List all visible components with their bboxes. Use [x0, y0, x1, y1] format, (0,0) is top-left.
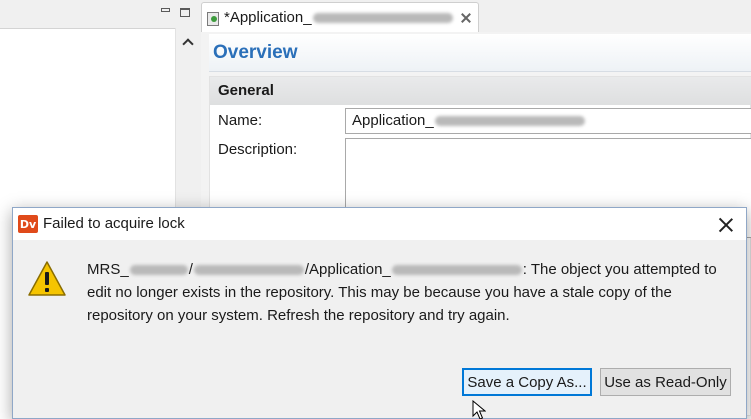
page-title: Overview [213, 42, 298, 63]
description-label: Description: [218, 141, 298, 158]
dialog-message: MRS_ //Application_: The object you attem… [87, 261, 717, 324]
mouse-cursor-icon [472, 400, 486, 419]
chevron-up-icon[interactable] [182, 36, 194, 48]
name-field[interactable]: Application_ [345, 108, 751, 134]
application-icon [206, 11, 220, 26]
left-view-toolbar [0, 0, 200, 26]
lock-error-dialog: Dv Failed to acquire lock MRS_ //Applicat… [12, 207, 747, 419]
dialog-title: Failed to acquire lock [43, 215, 185, 232]
redacted-text [434, 116, 585, 127]
close-icon[interactable] [460, 12, 472, 24]
save-copy-button[interactable]: Save a Copy As... [462, 368, 592, 396]
warning-icon [28, 261, 66, 296]
section-title: General [218, 82, 274, 99]
overview-header: Overview [209, 34, 751, 72]
dv-app-icon: Dv [18, 215, 38, 233]
editor-tab[interactable]: *Application_ [201, 2, 479, 32]
general-section-header[interactable]: General [210, 77, 751, 105]
dialog-titlebar[interactable]: Dv Failed to acquire lock [13, 208, 746, 240]
editor-tab-bar: *Application_ [201, 0, 751, 32]
redacted-text [312, 13, 453, 24]
minimize-icon[interactable] [158, 5, 172, 19]
tab-title: *Application_ [224, 9, 454, 26]
close-icon[interactable] [711, 213, 741, 237]
use-read-only-button[interactable]: Use as Read-Only [600, 368, 731, 396]
maximize-icon[interactable] [178, 5, 192, 19]
name-label: Name: [218, 112, 263, 129]
